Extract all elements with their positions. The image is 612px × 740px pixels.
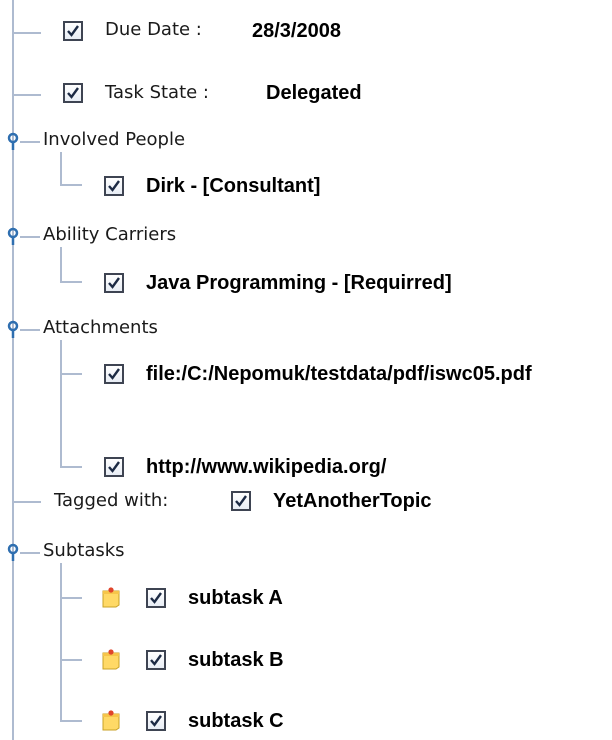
task-state-value: Delegated bbox=[266, 82, 362, 104]
tree-branch-line bbox=[60, 340, 62, 466]
tree-connector bbox=[60, 720, 82, 722]
tree-branch-line bbox=[60, 247, 62, 281]
tree-connector bbox=[20, 329, 40, 331]
tree-connector bbox=[60, 466, 82, 468]
involved-person-checkbox[interactable] bbox=[104, 176, 124, 196]
tree-connector bbox=[20, 552, 40, 554]
checkmark-icon bbox=[67, 25, 79, 37]
attachment-link[interactable]: http://www.wikipedia.org/ bbox=[146, 456, 386, 478]
tree-connector bbox=[60, 373, 82, 375]
involved-people-label: Involved People bbox=[43, 129, 186, 150]
checkmark-icon bbox=[150, 654, 162, 666]
tree-connector bbox=[60, 659, 82, 661]
tree-node-icon[interactable] bbox=[6, 320, 20, 338]
tree-branch-line bbox=[60, 152, 62, 184]
tree-connector bbox=[13, 32, 41, 34]
tree-connector bbox=[20, 141, 40, 143]
attachment-checkbox[interactable] bbox=[104, 364, 124, 384]
attachment-checkbox[interactable] bbox=[104, 457, 124, 477]
note-icon bbox=[102, 710, 120, 731]
checkmark-icon bbox=[108, 277, 120, 289]
involved-person-value: Dirk - [Consultant] bbox=[146, 175, 321, 197]
note-icon bbox=[102, 649, 120, 670]
ability-carrier-checkbox[interactable] bbox=[104, 273, 124, 293]
checkmark-icon bbox=[67, 87, 79, 99]
tree-connector bbox=[60, 597, 82, 599]
checkmark-icon bbox=[108, 461, 120, 473]
tree-connector bbox=[13, 501, 41, 503]
tag-checkbox[interactable] bbox=[231, 491, 251, 511]
checkmark-icon bbox=[150, 715, 162, 727]
checkmark-icon bbox=[150, 592, 162, 604]
note-icon bbox=[102, 587, 120, 608]
subtask-label[interactable]: subtask B bbox=[188, 649, 284, 671]
ability-carriers-label: Ability Carriers bbox=[43, 224, 177, 245]
tree-connector bbox=[60, 281, 82, 283]
subtask-label[interactable]: subtask C bbox=[188, 710, 284, 732]
tagged-with-label: Tagged with: bbox=[54, 490, 169, 511]
due-date-checkbox[interactable] bbox=[63, 21, 83, 41]
checkmark-icon bbox=[108, 180, 120, 192]
tree-connector bbox=[13, 94, 41, 96]
checkmark-icon bbox=[108, 368, 120, 380]
tree-main-line bbox=[12, 0, 14, 740]
subtask-checkbox[interactable] bbox=[146, 650, 166, 670]
attachments-label: Attachments bbox=[43, 317, 158, 338]
subtask-checkbox[interactable] bbox=[146, 711, 166, 731]
tag-value: YetAnotherTopic bbox=[273, 490, 432, 512]
subtask-checkbox[interactable] bbox=[146, 588, 166, 608]
task-state-checkbox[interactable] bbox=[63, 83, 83, 103]
due-date-label: Due Date : bbox=[105, 19, 202, 40]
task-state-label: Task State : bbox=[105, 82, 210, 103]
tree-node-icon[interactable] bbox=[6, 227, 20, 245]
attachment-link[interactable]: file:/C:/Nepomuk/testdata/pdf/iswc05.pdf bbox=[146, 363, 532, 385]
tree-node-icon[interactable] bbox=[6, 543, 20, 561]
subtasks-label: Subtasks bbox=[43, 540, 125, 561]
tree-branch-line bbox=[60, 563, 62, 720]
tree-node-icon[interactable] bbox=[6, 132, 20, 150]
due-date-value: 28/3/2008 bbox=[252, 20, 341, 42]
subtask-label[interactable]: subtask A bbox=[188, 587, 283, 609]
tree-connector bbox=[60, 184, 82, 186]
ability-carrier-value: Java Programming - [Requirred] bbox=[146, 272, 452, 294]
checkmark-icon bbox=[235, 495, 247, 507]
tree-connector bbox=[20, 236, 40, 238]
